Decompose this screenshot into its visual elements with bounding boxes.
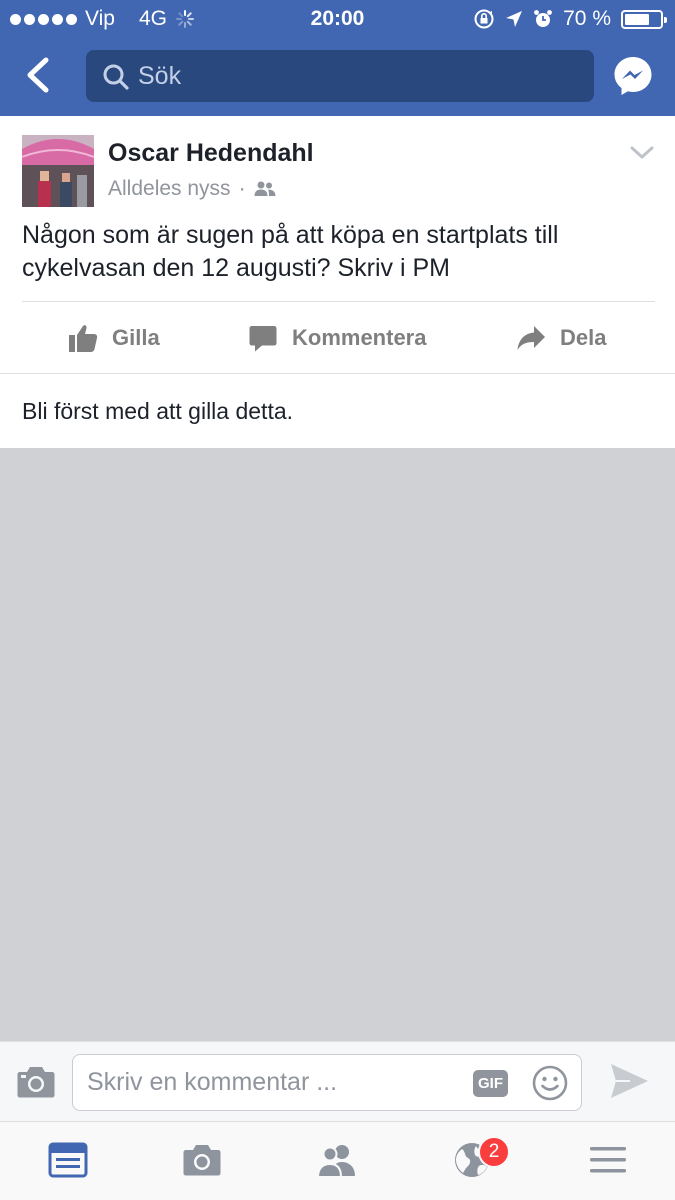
post-author[interactable]: Oscar Hedendahl — [108, 139, 314, 168]
gif-button[interactable]: GIF — [473, 1070, 508, 1097]
emoji-icon[interactable] — [531, 1064, 569, 1102]
like-label: Gilla — [112, 325, 160, 350]
share-arrow-icon — [517, 326, 545, 350]
status-bar: Vip 4G 20:00 70 % — [0, 0, 675, 38]
battery-icon — [621, 9, 667, 29]
status-right: 70 % — [473, 7, 667, 31]
menu-icon[interactable] — [588, 1140, 628, 1180]
rotation-lock-icon — [474, 9, 494, 29]
meta-separator: · — [238, 177, 246, 200]
post-card: Oscar Hedendahl Alldeles nyss · Någon so… — [0, 116, 675, 448]
comment-button[interactable]: Kommentera — [248, 302, 426, 374]
comment-input[interactable] — [87, 1055, 467, 1110]
share-button[interactable]: Dela — [516, 302, 606, 374]
thumbs-up-icon — [69, 325, 98, 352]
comment-label: Kommentera — [292, 325, 427, 350]
bottom-tab-bar: 2 — [0, 1121, 675, 1200]
like-button[interactable]: Gilla — [68, 302, 160, 374]
friends-icon[interactable] — [317, 1140, 357, 1180]
chevron-down-icon[interactable] — [629, 144, 655, 162]
profile-photo — [22, 135, 94, 207]
top-bar: Vip 4G 20:00 70 % Sök — [0, 0, 675, 116]
camera-icon[interactable] — [16, 1064, 56, 1100]
avatar[interactable] — [22, 135, 94, 207]
search-bar[interactable] — [86, 50, 594, 102]
post-text: Någon som är sugen på att köpa en startp… — [22, 221, 559, 282]
news-feed-icon[interactable] — [48, 1140, 88, 1180]
post-actions: Gilla Kommentera Dela — [0, 302, 675, 374]
post-meta: Alldeles nyss · — [108, 177, 276, 201]
share-label: Dela — [560, 325, 607, 350]
search-input[interactable] — [138, 50, 578, 102]
back-arrow-icon[interactable] — [18, 54, 60, 96]
divider — [0, 373, 675, 374]
alarm-icon — [534, 10, 553, 27]
comment-composer: GIF — [0, 1041, 675, 1121]
camera-icon[interactable] — [182, 1140, 222, 1180]
messenger-icon[interactable] — [611, 54, 655, 98]
comment-bubble-icon — [249, 326, 277, 352]
comment-field-wrapper[interactable]: GIF — [72, 1054, 582, 1111]
battery-percentage: 70 % — [563, 7, 611, 30]
location-icon — [506, 11, 523, 27]
post-timestamp[interactable]: Alldeles nyss — [108, 177, 231, 201]
likes-summary: Bli först med att gilla detta. — [22, 398, 294, 424]
notification-badge: 2 — [478, 1136, 510, 1168]
send-icon[interactable] — [608, 1060, 650, 1102]
friends-icon — [254, 181, 276, 196]
search-icon — [103, 64, 129, 90]
